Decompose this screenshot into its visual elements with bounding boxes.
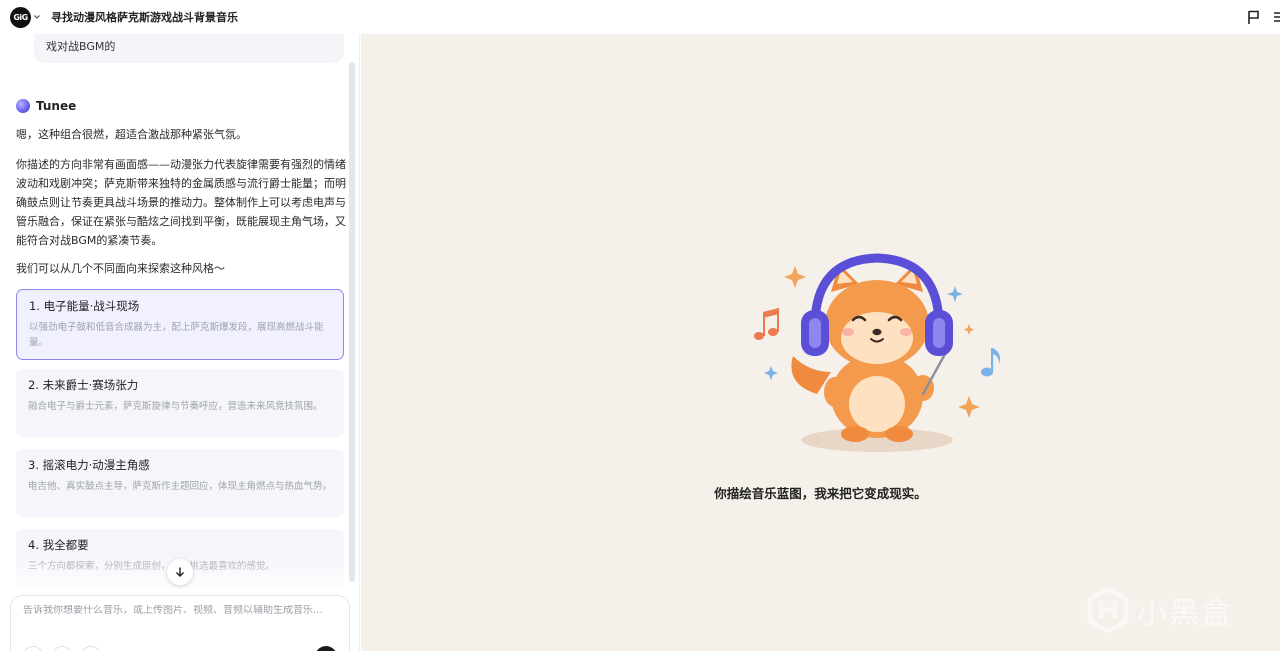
- chat-panel: 戏对战BGM的 Tunee 嗯，这种组合很燃，超适合激战那种紧张气氛。 你描述的…: [0, 34, 360, 651]
- menu-icon[interactable]: [1270, 8, 1280, 26]
- assistant-message: 你描述的方向非常有画面感——动漫张力代表旋律需要有强烈的情绪波动和戏剧冲突；萨克…: [16, 158, 346, 247]
- style-option-rock[interactable]: 3. 摇滚电力·动漫主角感 电吉他、真实鼓点主导，萨克斯作主题回应，体现主角燃点…: [16, 449, 344, 517]
- assistant-avatar: [16, 99, 30, 113]
- style-option-electronic[interactable]: 1. 电子能量·战斗现场 以强劲电子鼓和低音合成器为主，配上萨克斯爆发段，展现高…: [16, 289, 344, 360]
- send-button[interactable]: [315, 646, 337, 651]
- option-title: 1. 电子能量·战斗现场: [29, 299, 140, 313]
- xiaoheihe-logo-icon: [1087, 587, 1129, 633]
- style-option-future-jazz[interactable]: 2. 未来爵士·赛场张力 融合电子与爵士元素，萨克斯旋律与节奏呼应，营造未来风竞…: [16, 369, 344, 437]
- option-title: 2. 未来爵士·赛场张力: [28, 378, 139, 392]
- top-bar: GiG 寻找动漫风格萨克斯游戏战斗背景音乐: [0, 0, 1280, 34]
- flag-icon[interactable]: [1245, 8, 1263, 26]
- upload-audio-button[interactable]: [81, 646, 101, 651]
- chevron-down-icon[interactable]: [33, 10, 41, 24]
- watermark: 小黑盒: [1087, 584, 1233, 636]
- fox-mascot-illustration: [754, 253, 1001, 452]
- user-message: 戏对战BGM的: [34, 34, 344, 63]
- empty-state-text: 你描绘音乐蓝图，我来把它变成现实。: [714, 486, 927, 501]
- scrollbar[interactable]: [349, 62, 355, 582]
- assistant-message: 我们可以从几个不同面向来探索这种风格～: [16, 262, 225, 275]
- app-logo[interactable]: GiG: [10, 7, 31, 28]
- watermark-text: 小黑盒: [1137, 596, 1233, 631]
- option-description: 融合电子与爵士元素，萨克斯旋律与节奏呼应，营造未来风竞技氛围。: [28, 401, 323, 412]
- option-title: 3. 摇滚电力·动漫主角感: [28, 458, 150, 472]
- message-composer: [10, 595, 350, 651]
- assistant-header: Tunee: [16, 98, 76, 114]
- option-description: 以强劲电子鼓和低音合成器为主，配上萨克斯爆发段，展现高燃战斗能量。: [29, 322, 324, 348]
- canvas-area: 你描绘音乐蓝图，我来把它变成现实。 小黑盒: [361, 34, 1280, 651]
- upload-image-button[interactable]: [23, 646, 43, 651]
- assistant-name: Tunee: [36, 99, 77, 113]
- option-title: 4. 我全都要: [28, 538, 89, 552]
- option-description: 电吉他、真实鼓点主导，萨克斯作主题回应，体现主角燃点与热血气势。: [28, 481, 333, 492]
- prompt-input[interactable]: [23, 605, 333, 616]
- upload-video-button[interactable]: [52, 646, 72, 651]
- arrow-down-icon: [176, 567, 184, 577]
- scroll-to-bottom-button[interactable]: [167, 559, 193, 585]
- chat-title: 寻找动漫风格萨克斯游戏战斗背景音乐: [51, 11, 238, 24]
- assistant-message: 嗯，这种组合很燃，超适合激战那种紧张气氛。: [16, 128, 247, 141]
